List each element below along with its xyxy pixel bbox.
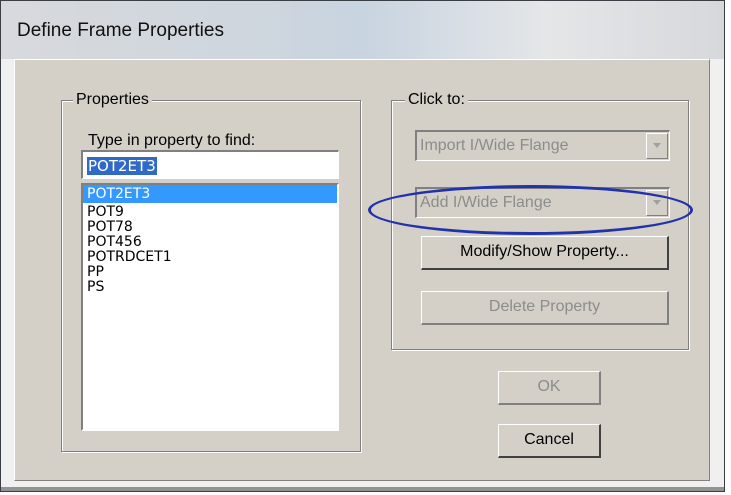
properties-group-label: Properties — [73, 90, 152, 110]
import-section-combo-value: Import I/Wide Flange — [420, 137, 569, 154]
title-bar[interactable]: Define Frame Properties — [1, 1, 724, 59]
define-frame-properties-dialog: Define Frame Properties Properties Type … — [0, 0, 725, 492]
import-section-combo[interactable]: Import I/Wide Flange — [415, 130, 670, 161]
cancel-label: Cancel — [524, 431, 574, 448]
modify-show-property-label: Modify/Show Property... — [460, 243, 629, 260]
cancel-button[interactable]: Cancel — [498, 424, 601, 458]
ok-label: OK — [537, 378, 561, 395]
window-title: Define Frame Properties — [17, 20, 224, 41]
chevron-down-icon[interactable] — [646, 133, 668, 159]
find-property-value: POT2ET3 — [87, 157, 157, 175]
click-to-group-label: Click to: — [405, 90, 468, 110]
list-item[interactable]: POT456 — [83, 235, 337, 250]
ok-button[interactable]: OK — [498, 371, 601, 405]
delete-property-label: Delete Property — [488, 298, 601, 315]
list-item[interactable]: POTRDCET1 — [83, 250, 337, 265]
find-property-label: Type in property to find: — [88, 132, 256, 149]
find-property-input[interactable]: POT2ET3 — [81, 150, 339, 179]
add-section-combo[interactable]: Add I/Wide Flange — [415, 187, 670, 218]
chevron-down-icon[interactable] — [646, 190, 668, 216]
list-item[interactable]: POT9 — [83, 205, 337, 220]
window-bottom-edge — [1, 487, 724, 491]
delete-property-button[interactable]: Delete Property — [421, 291, 669, 325]
list-item[interactable]: PP — [83, 265, 337, 280]
properties-list[interactable]: POT2ET3 POT9 POT78 POT456 POTRDCET1 PP P… — [81, 183, 339, 431]
list-item[interactable]: POT2ET3 — [83, 185, 337, 203]
list-item[interactable]: POT78 — [83, 220, 337, 235]
list-item[interactable]: PS — [83, 280, 337, 295]
modify-show-property-button[interactable]: Modify/Show Property... — [421, 236, 669, 270]
add-section-combo-value: Add I/Wide Flange — [420, 194, 552, 211]
